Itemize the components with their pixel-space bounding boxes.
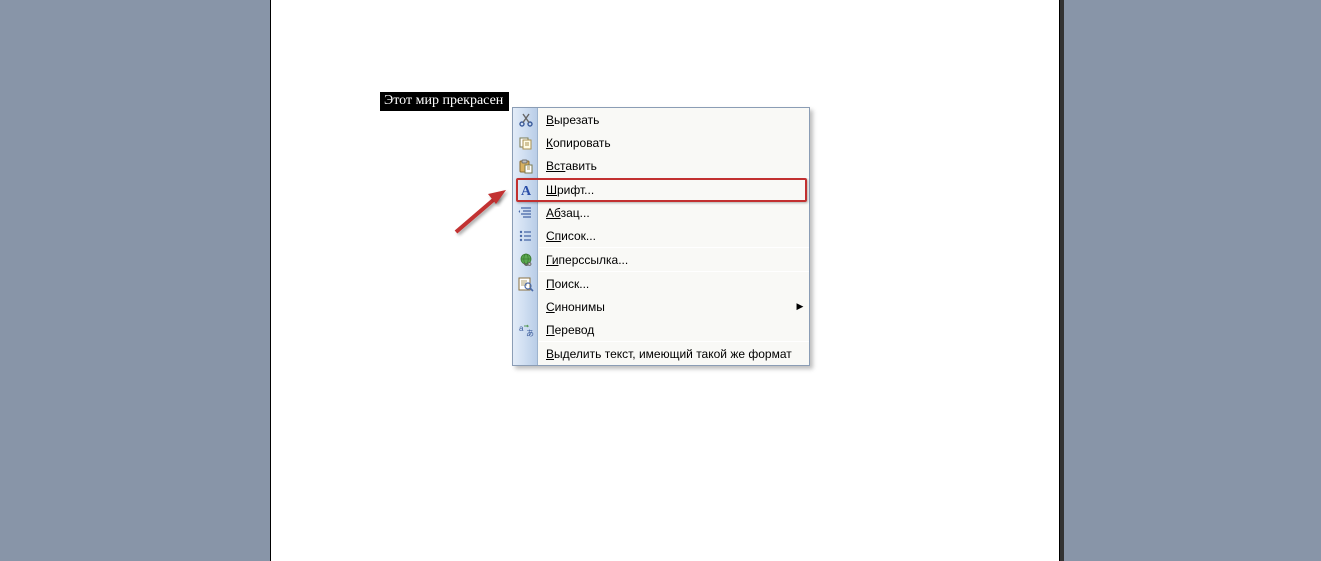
blank-icon bbox=[513, 342, 538, 365]
menu-item-label: Поиск... bbox=[538, 277, 809, 291]
selected-text[interactable]: Этот мир прекрасен bbox=[380, 92, 509, 111]
menu-item-font[interactable]: A Шрифт... bbox=[513, 178, 809, 201]
menu-item-copy[interactable]: Копировать bbox=[513, 131, 809, 154]
menu-item-label: Вставить bbox=[538, 159, 809, 173]
blank-icon bbox=[513, 295, 538, 318]
menu-item-list[interactable]: Список... bbox=[513, 224, 809, 247]
translate-icon: a あ bbox=[513, 318, 538, 341]
menu-item-label: Абзац... bbox=[538, 206, 809, 220]
svg-text:a: a bbox=[519, 324, 524, 333]
menu-item-label: Перевод bbox=[538, 323, 809, 337]
menu-item-select-similar-format[interactable]: Выделить текст, имеющий такой же формат bbox=[513, 342, 809, 365]
copy-icon bbox=[513, 131, 538, 154]
menu-item-paste[interactable]: Вставить bbox=[513, 154, 809, 177]
context-menu: Вырезать Копировать Вставить bbox=[512, 107, 810, 366]
menu-item-paragraph[interactable]: Абзац... bbox=[513, 201, 809, 224]
menu-item-label: Шрифт... bbox=[538, 183, 809, 197]
paragraph-icon bbox=[513, 201, 538, 224]
svg-text:A: A bbox=[521, 184, 532, 198]
menu-item-label: Синонимы bbox=[538, 300, 791, 314]
list-icon bbox=[513, 224, 538, 247]
submenu-arrow-icon: ▶ bbox=[791, 301, 809, 312]
menu-item-label: Список... bbox=[538, 229, 809, 243]
menu-item-hyperlink[interactable]: Гиперссылка... bbox=[513, 248, 809, 271]
font-icon: A bbox=[513, 178, 538, 201]
menu-item-label: Выделить текст, имеющий такой же формат bbox=[538, 347, 809, 361]
paste-icon bbox=[513, 154, 538, 177]
cut-icon bbox=[513, 108, 538, 131]
menu-item-label: Гиперссылка... bbox=[538, 253, 809, 267]
menu-item-label: Копировать bbox=[538, 136, 809, 150]
search-icon bbox=[513, 272, 538, 295]
menu-item-label: Вырезать bbox=[538, 113, 809, 127]
menu-item-search[interactable]: Поиск... bbox=[513, 272, 809, 295]
menu-item-synonyms[interactable]: Синонимы ▶ bbox=[513, 295, 809, 318]
svg-text:あ: あ bbox=[526, 329, 534, 338]
menu-item-cut[interactable]: Вырезать bbox=[513, 108, 809, 131]
link-icon bbox=[513, 248, 538, 271]
menu-item-translate[interactable]: a あ Перевод bbox=[513, 318, 809, 341]
